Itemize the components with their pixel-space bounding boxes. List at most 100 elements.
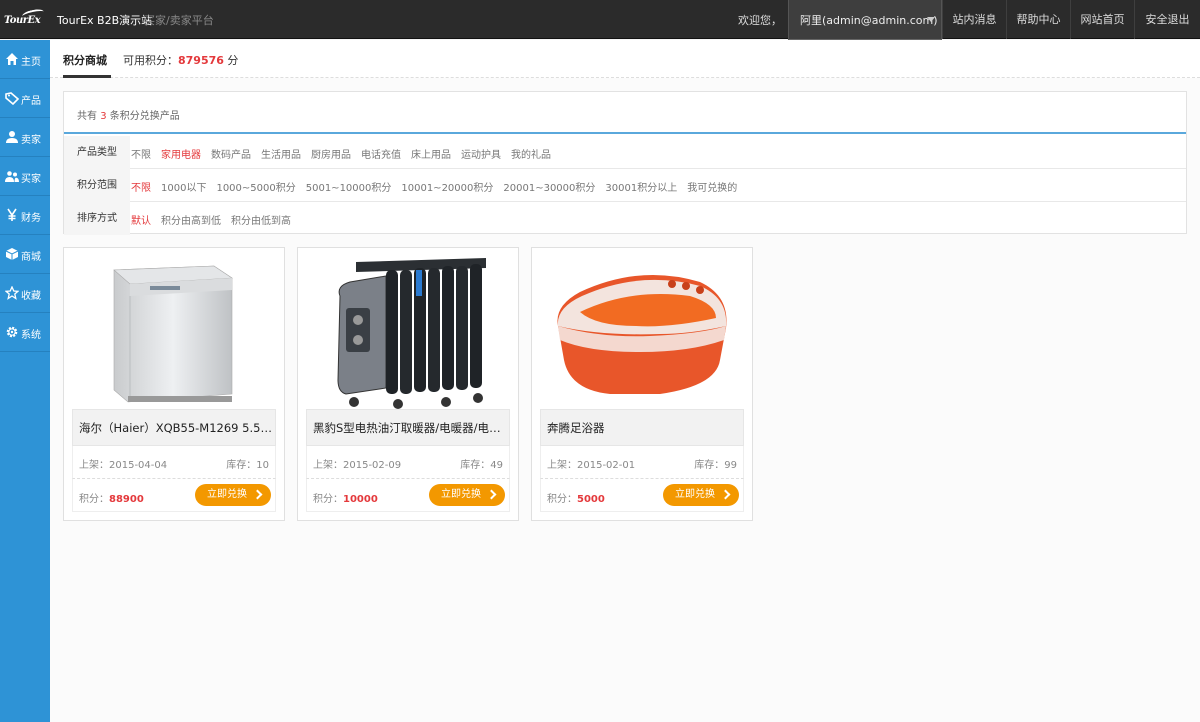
count-suffix: 条积分兑换产品 (106, 111, 180, 122)
filter-panel: 共有 3 条积分兑换产品 产品类型 不限 家用电器 数码产品 生活用品 厨房用品 电话充值… (63, 91, 1187, 235)
stock: 库存：99 (694, 456, 737, 471)
filter-option[interactable]: 1000~5000积分 (216, 183, 295, 194)
filter-label: 排序方式 (64, 202, 130, 235)
filter-option[interactable]: 运动护具 (461, 150, 501, 161)
sidebar-item-product[interactable]: 产品 (0, 79, 50, 118)
filter-option[interactable]: 生活用品 (261, 150, 301, 161)
result-count-row: 共有 3 条积分兑换产品 (64, 92, 1186, 134)
product-meta: 上架：2015-04-04 库存：10 (72, 446, 276, 479)
count-prefix: 共有 (77, 111, 101, 122)
date-value: 2015-02-09 (343, 460, 402, 471)
points-value: 879576 (178, 54, 224, 67)
product-card[interactable]: 海尔（Haier）XQB55-M1269 5.5公斤全自动波轮洗衣机 上架：20… (63, 247, 285, 521)
available-points: 可用积分：879576 分 (123, 52, 238, 68)
filter-option[interactable]: 1000以下 (161, 183, 206, 194)
sidebar-item-home[interactable]: 主页 (0, 40, 50, 79)
redeem-button[interactable]: 立即兑换 (663, 484, 739, 506)
product-points: 积分：10000 (313, 490, 378, 505)
points-label: 积分： (79, 494, 109, 505)
nav-logout-link[interactable]: 安全退出 (1134, 0, 1200, 39)
date-label: 上架： (79, 460, 109, 471)
yen-icon (5, 208, 19, 222)
nav-help-link[interactable]: 帮助中心 (1006, 0, 1070, 39)
caret-down-icon (927, 17, 935, 22)
sidebar-item-label: 买家 (21, 174, 41, 185)
product-points: 积分：88900 (79, 490, 144, 505)
product-image-foot-spa[interactable] (540, 256, 744, 410)
filter-label: 产品类型 (64, 136, 130, 169)
filter-row-points-range: 积分范围 不限 1000以下 1000~5000积分 5001~10000积分 1000… (64, 169, 1186, 202)
filter-row-sort: 排序方式 默认 积分由高到低 积分由低到高 (64, 202, 1186, 235)
nav-messages-link[interactable]: 站内消息 (942, 0, 1006, 39)
filter-options: 默认 积分由高到低 积分由低到高 (131, 212, 301, 227)
filter-option[interactable]: 厨房用品 (311, 150, 351, 161)
date-value: 2015-02-01 (577, 460, 636, 471)
users-icon (5, 169, 19, 183)
points-label: 积分： (313, 494, 343, 505)
filter-option[interactable]: 数码产品 (211, 150, 251, 161)
filter-option[interactable]: 积分由高到低 (161, 216, 221, 227)
filter-option[interactable]: 20001~30000积分 (503, 183, 595, 194)
home-icon (5, 52, 19, 66)
product-card[interactable]: 黑豹S型电热油汀取暖器/电暖器/电暖气 上架：2015-02-09 库存：49 … (297, 247, 519, 521)
product-meta: 上架：2015-02-01 库存：99 (540, 446, 744, 479)
points-value: 10000 (343, 494, 378, 505)
filter-option[interactable]: 我的礼品 (511, 150, 551, 161)
user-icon (5, 130, 19, 144)
filter-options: 不限 1000以下 1000~5000积分 5001~10000积分 10001~200… (131, 179, 747, 194)
welcome-text: 欢迎您， (738, 14, 782, 27)
tab-bar: 积分商城 可用积分：879576 分 (50, 40, 1200, 78)
filter-option[interactable]: 电话充值 (361, 150, 401, 161)
sidebar-item-seller[interactable]: 卖家 (0, 118, 50, 157)
sidebar-item-favorites[interactable]: 收藏 (0, 274, 50, 313)
stock-label: 库存： (226, 460, 257, 471)
product-footer: 积分：88900 立即兑换 (72, 479, 276, 512)
site-logo[interactable]: TourEx (4, 7, 46, 30)
stock: 库存：49 (460, 456, 503, 471)
points-value: 88900 (109, 494, 144, 505)
listing-date: 上架：2015-02-09 (313, 456, 401, 471)
user-name: 阿里(admin@admin.com) (800, 14, 938, 27)
filter-option[interactable]: 30001积分以上 (605, 183, 677, 194)
sidebar-item-system[interactable]: 系统 (0, 313, 50, 352)
filter-option[interactable]: 不限 (131, 183, 151, 194)
sidebar-item-label: 产品 (21, 96, 41, 107)
points-label: 可用积分： (123, 54, 178, 67)
box-icon (5, 247, 19, 261)
result-count: 共有 3 条积分兑换产品 (77, 107, 180, 122)
filter-option[interactable]: 不限 (131, 150, 151, 161)
product-name[interactable]: 海尔（Haier）XQB55-M1269 5.5公斤全自动波轮洗衣机 (72, 409, 276, 446)
filter-option[interactable]: 默认 (131, 216, 151, 227)
redeem-button[interactable]: 立即兑换 (429, 484, 505, 506)
product-image-oil-heater[interactable] (306, 256, 510, 410)
site-subtitle: 买家/卖家平台 (144, 14, 214, 27)
date-value: 2015-04-04 (109, 460, 168, 471)
points-label: 积分： (547, 494, 577, 505)
filter-option[interactable]: 床上用品 (411, 150, 451, 161)
stock-value: 49 (490, 460, 503, 471)
sidebar-item-label: 卖家 (21, 135, 41, 146)
product-card[interactable]: 奔腾足浴器 上架：2015-02-01 库存：99 积分：5000 立即兑换 (531, 247, 753, 521)
listing-date: 上架：2015-02-01 (547, 456, 635, 471)
filter-option[interactable]: 我可兑换的 (687, 183, 737, 194)
nav-home-link[interactable]: 网站首页 (1070, 0, 1134, 39)
filter-option[interactable]: 5001~10000积分 (306, 183, 392, 194)
tab-points-mall[interactable]: 积分商城 (63, 52, 107, 68)
product-image-washing-machine[interactable] (72, 256, 276, 410)
sidebar-item-buyer[interactable]: 买家 (0, 157, 50, 196)
redeem-button[interactable]: 立即兑换 (195, 484, 271, 506)
filter-option[interactable]: 10001~20000积分 (401, 183, 493, 194)
filter-option[interactable]: 积分由低到高 (231, 216, 291, 227)
product-name[interactable]: 奔腾足浴器 (540, 409, 744, 446)
tag-icon (5, 91, 19, 105)
product-name[interactable]: 黑豹S型电热油汀取暖器/电暖器/电暖气 (306, 409, 510, 446)
filter-option[interactable]: 家用电器 (161, 150, 201, 161)
sidebar-item-finance[interactable]: 财务 (0, 196, 50, 235)
listing-date: 上架：2015-04-04 (79, 456, 167, 471)
sidebar-item-label: 商城 (21, 252, 41, 263)
tab-active-indicator (63, 75, 111, 78)
user-menu-button[interactable]: 阿里(admin@admin.com) (788, 0, 942, 41)
product-points: 积分：5000 (547, 490, 605, 505)
sidebar-item-mall[interactable]: 商城 (0, 235, 50, 274)
top-bar: TourEx TourEx B2B演示站 买家/卖家平台 欢迎您， 阿里(adm… (0, 0, 1200, 41)
